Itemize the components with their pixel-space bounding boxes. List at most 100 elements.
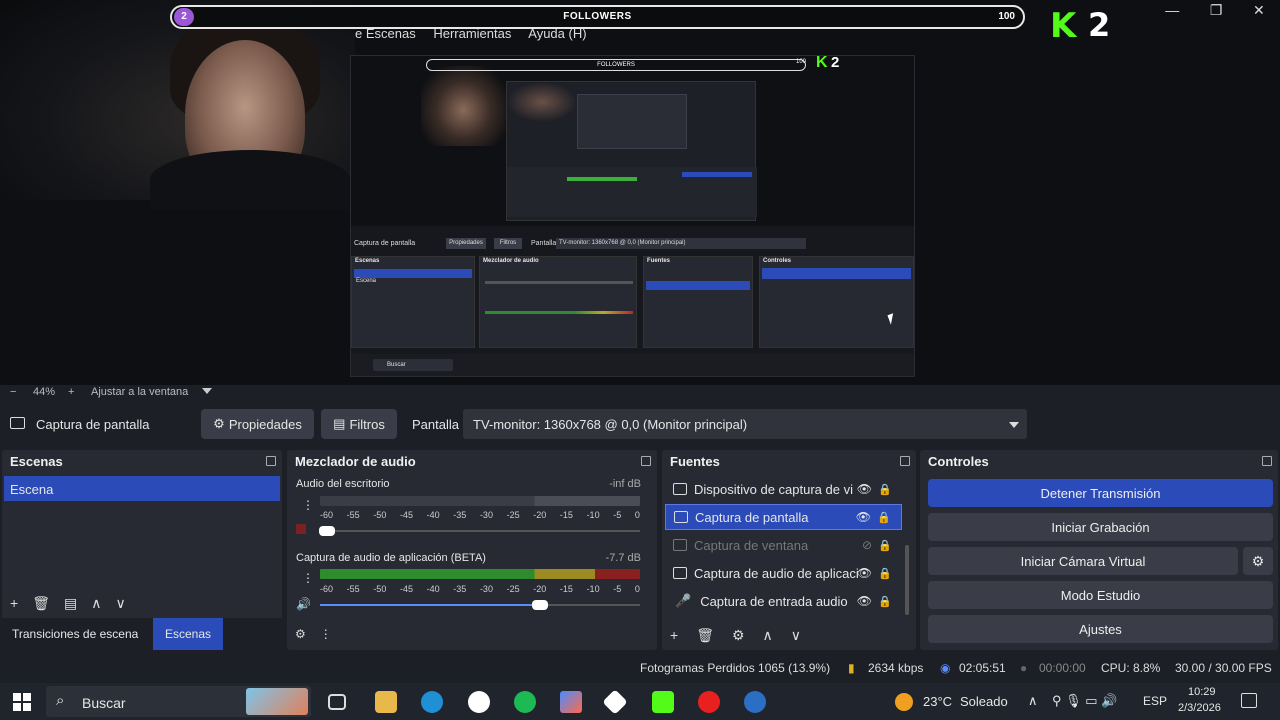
tick-label: -30: [479, 584, 493, 594]
tick-label: -45: [399, 510, 413, 520]
chevron-down-icon[interactable]: ∨: [115, 595, 125, 612]
settings-gear-icon[interactable]: ⚙: [732, 627, 745, 644]
tick-label: -20: [533, 510, 547, 520]
volume-slider-desktop[interactable]: [320, 530, 640, 532]
obs-recording-icon[interactable]: [698, 691, 720, 713]
more-icon[interactable]: ⋮: [302, 498, 314, 512]
language-indicator[interactable]: ESP: [1143, 694, 1167, 708]
lock-icon[interactable]: 🔒: [878, 483, 892, 496]
eye-icon[interactable]: 👁: [857, 594, 872, 608]
scene-item[interactable]: Escena: [4, 476, 280, 501]
edge-icon[interactable]: [421, 691, 443, 713]
webcam-feed: [0, 0, 355, 210]
kick-icon[interactable]: [652, 691, 674, 713]
microphone-icon: 🎤: [675, 593, 692, 608]
notifications-icon[interactable]: [1241, 693, 1257, 708]
menu-item-help[interactable]: Ayuda (H): [528, 26, 586, 41]
taskbar-search[interactable]: ⌕ Buscar: [46, 686, 311, 717]
source-item-selected[interactable]: Captura de pantalla 👁 🔒: [665, 504, 902, 530]
volume-handle-app[interactable]: [532, 600, 548, 610]
menu-item-tools[interactable]: Herramientas: [433, 26, 511, 41]
speaker-icon[interactable]: 🔊: [296, 597, 311, 611]
app-star-icon[interactable]: [560, 691, 582, 713]
undock-icon[interactable]: [1262, 456, 1272, 466]
tab-scenes[interactable]: Escenas: [153, 618, 223, 650]
chevron-up-icon[interactable]: ∧: [1028, 693, 1038, 709]
track-name-desktop: Audio del escritorio: [296, 478, 390, 490]
preview-search: Buscar: [373, 359, 453, 371]
menu-item-scenes[interactable]: e Escenas: [355, 26, 416, 41]
zoom-in-button[interactable]: +: [68, 386, 74, 398]
weather-temp: 23°C: [923, 694, 953, 709]
add-icon[interactable]: +: [10, 595, 18, 612]
mute-icon[interactable]: [296, 524, 306, 534]
filters-button[interactable]: ▤ Filtros: [321, 409, 397, 439]
start-recording-button[interactable]: Iniciar Grabación: [928, 513, 1273, 541]
settings-button[interactable]: Ajustes: [928, 615, 1273, 643]
eye-off-icon[interactable]: ⊘: [862, 538, 872, 552]
monitor-icon: [10, 417, 25, 429]
minimize-icon[interactable]: —: [1165, 2, 1179, 18]
file-explorer-icon[interactable]: [375, 691, 397, 713]
start-virtual-camera-button[interactable]: Iniciar Cámara Virtual: [928, 547, 1238, 575]
spotify-icon[interactable]: [514, 691, 536, 713]
lock-icon[interactable]: 🔒: [877, 511, 891, 524]
trash-icon[interactable]: 🗑: [32, 595, 50, 612]
sources-scrollbar[interactable]: [905, 545, 909, 615]
chevron-up-icon[interactable]: ∧: [91, 595, 101, 612]
recursive-preview: FOLLOWERS 100 K 2 Captura de pantalla Pr…: [350, 55, 915, 377]
tab-scene-transitions[interactable]: Transiciones de escena: [12, 627, 138, 641]
selected-source-name: Captura de pantalla: [36, 417, 150, 432]
preview-followers-label: FOLLOWERS: [597, 62, 635, 68]
tick-label: -30: [479, 510, 493, 520]
tick-label: -40: [426, 584, 440, 594]
source-item-label: Captura de entrada audio: [700, 593, 848, 609]
preview-sources-title: Fuentes: [647, 258, 671, 264]
preview-top: FOLLOWERS 100 K 2: [351, 56, 914, 226]
preview-sources-panel: Fuentes: [643, 256, 753, 348]
maximize-icon[interactable]: ❐: [1210, 2, 1223, 19]
virtual-camera-settings-gear-icon[interactable]: ⚙: [1243, 547, 1273, 575]
eye-icon[interactable]: 👁: [857, 482, 872, 496]
eye-icon[interactable]: 👁: [857, 566, 872, 580]
undock-icon[interactable]: [266, 456, 276, 466]
more-icon[interactable]: ⋮: [302, 571, 314, 585]
more-icon[interactable]: ⋮: [320, 627, 332, 641]
source-item[interactable]: Captura de audio de aplicaci 👁 🔒: [665, 560, 902, 586]
chevron-down-icon[interactable]: ∨: [791, 627, 801, 644]
steam-icon[interactable]: [744, 691, 766, 713]
trash-icon[interactable]: 🗑: [696, 627, 714, 644]
chevron-down-icon[interactable]: [202, 388, 212, 394]
zoom-out-button[interactable]: −: [10, 386, 16, 398]
windows-start-icon[interactable]: [13, 693, 31, 711]
stop-stream-button[interactable]: Detener Transmisión: [928, 479, 1273, 507]
monitor-select[interactable]: TV-monitor: 1360x768 @ 0,0 (Monitor prin…: [463, 409, 1027, 439]
properties-button[interactable]: ⚙ Propiedades: [201, 409, 314, 439]
undock-icon[interactable]: [641, 456, 651, 466]
preview-stop-button: [762, 268, 911, 279]
studio-mode-button[interactable]: Modo Estudio: [928, 581, 1273, 609]
settings-gear-icon[interactable]: ⚙: [295, 627, 306, 641]
dropped-frames: Fotogramas Perdidos 1065 (13.9%): [640, 661, 831, 675]
task-view-icon[interactable]: [328, 694, 346, 710]
undock-icon[interactable]: [900, 456, 910, 466]
lock-icon[interactable]: 🔒: [878, 595, 892, 608]
fit-to-window-button[interactable]: Ajustar a la ventana: [91, 386, 188, 398]
source-item-hidden[interactable]: Captura de ventana ⊘ 🔒: [665, 532, 902, 558]
preview-meter-2: [485, 311, 633, 314]
add-icon[interactable]: +: [670, 627, 678, 644]
app-diamond-icon[interactable]: [602, 689, 628, 715]
preview-monitor: TV-monitor: 1360x768 @ 0,0 (Monitor prin…: [556, 238, 806, 249]
tick-label: -5: [613, 510, 622, 520]
obs-icon[interactable]: [468, 691, 490, 713]
tray-icons[interactable]: ⚲ 🎙 ▭ 🔊: [1052, 693, 1117, 709]
lock-icon[interactable]: 🔒: [878, 567, 892, 580]
chevron-up-icon[interactable]: ∧: [763, 627, 773, 644]
source-item[interactable]: 🎤 Captura de entrada audio 👁 🔒: [665, 588, 902, 614]
close-icon[interactable]: ✕: [1253, 2, 1265, 19]
filter-icon[interactable]: ▤: [64, 595, 77, 612]
source-item[interactable]: Dispositivo de captura de vi 👁 🔒: [665, 476, 902, 502]
eye-icon[interactable]: 👁: [856, 510, 871, 524]
lock-icon[interactable]: 🔒: [878, 539, 892, 552]
volume-handle-desktop[interactable]: [319, 526, 335, 536]
